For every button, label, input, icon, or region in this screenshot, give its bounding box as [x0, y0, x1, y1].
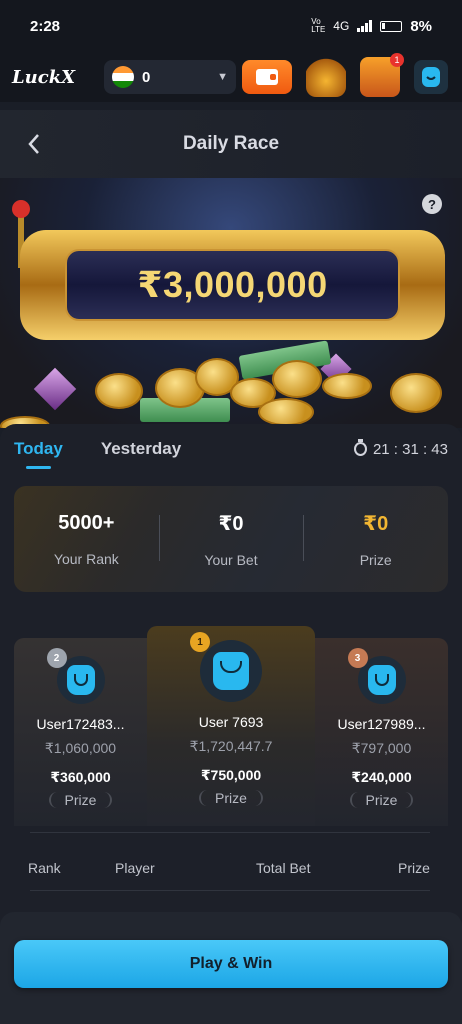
player-bet: ₹1,720,447.7: [189, 738, 273, 754]
back-arrow-icon: [28, 134, 39, 154]
volte-label: Vo LTE: [311, 17, 326, 34]
gold-medal-icon: 1: [190, 632, 210, 652]
date-tabs: Today Yesterday 21 : 31 : 43: [0, 424, 462, 474]
divider: [30, 832, 430, 833]
coin-decoration: [322, 373, 372, 399]
rank-label: Your Rank: [53, 550, 119, 567]
podium-first[interactable]: 1 User 7693 ₹1,720,447.7 ₹750,000 Prize: [147, 626, 315, 826]
bet-value: ₹0: [218, 512, 244, 535]
timer-value: 21 : 31 : 43: [372, 440, 448, 458]
prize-label: Prize: [349, 792, 414, 808]
countdown-timer: 21 : 31 : 43: [353, 439, 448, 458]
bronze-medal-icon: 3: [347, 648, 368, 668]
player-name: User172483...: [36, 716, 125, 732]
page-title: Daily Race: [182, 133, 280, 154]
app-logo[interactable]: LuckX: [12, 67, 92, 88]
column-prize: Prize: [398, 860, 430, 876]
stat-bet: ₹0 Your Bet: [158, 511, 304, 568]
wallet-icon: [256, 69, 278, 85]
coin-decoration: [258, 398, 314, 426]
player-name: User127989...: [337, 716, 426, 732]
player-bet: ₹797,000: [351, 740, 412, 756]
notification-badge: 1: [390, 53, 404, 67]
status-icons: Vo LTE 4G 8%: [311, 18, 432, 35]
stat-rank: 5000+ Your Rank: [14, 512, 159, 567]
divider: [30, 890, 430, 891]
jackpot-amount: ₹3,000,000: [137, 264, 328, 305]
player-prize: ₹360,000: [50, 769, 111, 785]
user-avatar-icon: [367, 665, 396, 695]
rank-value: 5000+: [58, 511, 115, 534]
player-prize: ₹240,000: [351, 769, 412, 785]
india-flag-icon: [112, 66, 134, 88]
user-avatar-icon: [66, 665, 95, 695]
play-and-win-button[interactable]: Play & Win: [14, 940, 448, 988]
back-button[interactable]: [24, 132, 44, 156]
prize-value: ₹0: [363, 512, 389, 535]
balance-amount: 0: [142, 68, 151, 86]
jackpot-drum: ₹3,000,000: [20, 230, 445, 340]
column-rank: Rank: [28, 860, 61, 876]
avatar: 2: [46, 648, 105, 704]
signal-icon: [357, 20, 373, 32]
help-icon[interactable]: ?: [422, 194, 442, 214]
wallet-button[interactable]: [242, 60, 292, 94]
top-three-podium: 2 User172483... ₹1,060,000 ₹360,000 Priz…: [14, 626, 448, 826]
gold-pot-icon[interactable]: [306, 57, 346, 97]
jackpot-banner: ? ₹3,000,000: [0, 178, 462, 428]
status-time: 2:28: [30, 17, 61, 35]
battery-percent: 8%: [410, 17, 432, 35]
tab-yesterday[interactable]: Yesterday: [101, 439, 181, 459]
bottom-bar: Play & Win: [0, 912, 462, 1024]
avatar: 3: [347, 648, 406, 704]
profile-avatar-button[interactable]: [414, 60, 448, 94]
prize-label: Prize: [48, 792, 113, 808]
leaderboard-header: Rank Player Total Bet Prize: [0, 854, 462, 884]
tab-today[interactable]: Today: [14, 439, 63, 469]
column-total-bet: Total Bet: [256, 860, 311, 876]
silver-medal-icon: 2: [46, 648, 67, 668]
user-avatar-icon: [213, 652, 249, 690]
chevron-down-icon: ▼: [217, 71, 228, 83]
gem-decoration: [33, 367, 77, 411]
podium-second[interactable]: 2 User172483... ₹1,060,000 ₹360,000 Priz…: [14, 638, 147, 826]
stopwatch-icon: [353, 439, 367, 456]
column-player: Player: [115, 860, 155, 876]
stat-prize: ₹0 Prize: [303, 511, 448, 568]
network-label: 4G: [333, 19, 350, 33]
coin-pile-decoration: [0, 338, 462, 428]
coin-decoration: [272, 360, 322, 398]
app-header: LuckX 0 ▼ 1: [0, 52, 462, 102]
status-bar: 2:28 Vo LTE 4G 8%: [0, 0, 462, 52]
nav-bar: Daily Race: [0, 110, 462, 178]
podium-third[interactable]: 3 User127989... ₹797,000 ₹240,000 Prize: [315, 638, 448, 826]
avatar: 1: [190, 632, 262, 702]
battery-icon: [380, 20, 403, 32]
player-bet: ₹1,060,000: [44, 740, 117, 756]
avatar-icon: [422, 67, 440, 87]
treasure-chest-icon[interactable]: 1: [360, 53, 404, 97]
prize-label: Prize: [199, 790, 263, 806]
coin-decoration: [95, 373, 143, 409]
prize-label: Prize: [359, 551, 392, 568]
jackpot-window: ₹3,000,000: [65, 249, 400, 321]
balance-selector[interactable]: 0 ▼: [104, 60, 236, 94]
coin-decoration: [390, 373, 442, 413]
player-name: User 7693: [198, 714, 264, 730]
my-stats-card: 5000+ Your Rank ₹0 Your Bet ₹0 Prize: [14, 486, 448, 592]
player-prize: ₹750,000: [200, 767, 262, 783]
bet-label: Your Bet: [204, 551, 258, 568]
